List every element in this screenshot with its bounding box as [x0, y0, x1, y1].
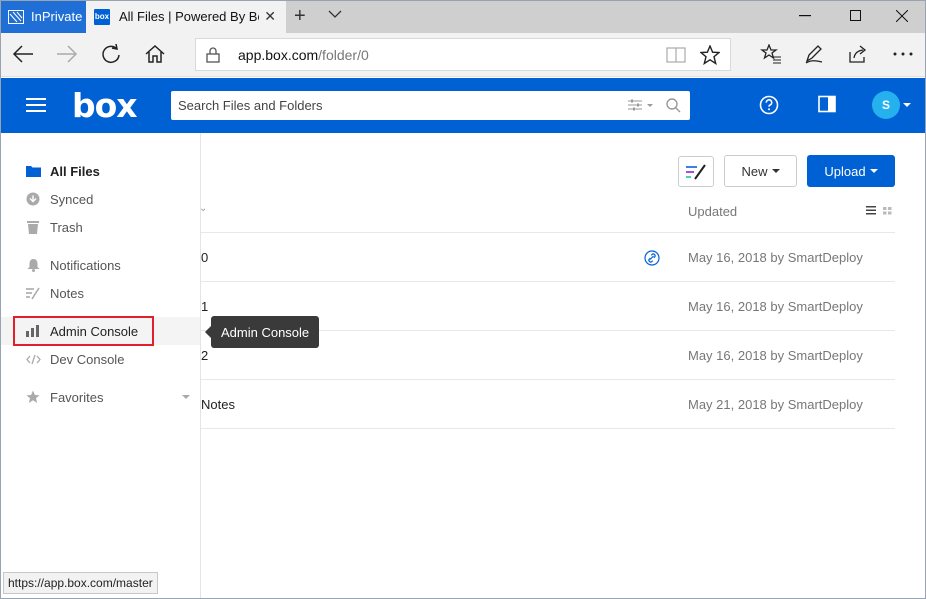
search-filter-icon[interactable] [628, 99, 656, 111]
star-icon [26, 390, 40, 403]
sidebar-item-label: Trash [50, 219, 83, 235]
inprivate-label: InPrivate [31, 9, 83, 24]
upload-button[interactable]: Upload [807, 155, 895, 187]
back-arrow-icon[interactable] [12, 44, 34, 64]
item-name[interactable]: 2 [201, 348, 208, 363]
help-icon[interactable] [759, 95, 779, 115]
notes-icon [26, 287, 40, 299]
sidebar-item-trash[interactable]: Trash [0, 213, 200, 241]
window-close-icon[interactable] [896, 10, 908, 22]
new-tab-icon[interactable]: + [294, 6, 306, 26]
shared-link-icon[interactable] [644, 250, 660, 266]
address-host: app.box.com [238, 46, 319, 63]
user-avatar[interactable]: S [872, 91, 900, 119]
home-icon[interactable] [145, 44, 165, 64]
new-button-label: New [741, 163, 768, 179]
tab-close-icon[interactable]: ✕ [264, 8, 276, 25]
table-row[interactable]: Notes May 21, 2018 by SmartDeploy [201, 380, 895, 429]
item-name[interactable]: Notes [201, 397, 235, 412]
sidebar-item-label: Synced [50, 191, 94, 207]
trash-icon [27, 221, 39, 234]
browser-tab-bar: InPrivate box All Files | Powered By Box… [0, 0, 926, 33]
sidebar-item-label: All Files [50, 163, 100, 179]
item-name[interactable]: 1 [201, 299, 208, 314]
box-header: box S [0, 78, 926, 133]
search-bar[interactable] [171, 91, 690, 120]
table-row[interactable]: 0 May 16, 2018 by SmartDeploy [201, 233, 895, 282]
status-bar-url: https://app.box.com/master [3, 572, 158, 594]
sidebar-item-dev-console[interactable]: Dev Console [0, 345, 200, 373]
search-icon[interactable] [666, 98, 681, 113]
code-icon [25, 354, 41, 364]
item-updated: May 16, 2018 by SmartDeploy [688, 348, 863, 363]
sync-icon [26, 192, 40, 206]
sidebar-item-label: Notifications [50, 257, 121, 273]
tab-list-chevron-icon[interactable] [328, 10, 342, 18]
browser-nav-bar: app.box.com/folder/0 [0, 33, 926, 77]
share-icon[interactable] [848, 44, 868, 64]
folder-icon [25, 166, 41, 177]
favorites-chevron-down-icon[interactable] [182, 395, 190, 399]
lock-icon [206, 46, 220, 63]
search-input[interactable] [178, 98, 608, 113]
address-bar[interactable]: app.box.com/folder/0 [195, 38, 731, 71]
pen-notes-icon[interactable] [804, 44, 824, 64]
browser-tab[interactable]: box All Files | Powered By Box ✕ [86, 0, 286, 33]
upload-button-label: Upload [824, 163, 866, 179]
hamburger-menu-icon[interactable] [26, 98, 46, 112]
sidebar-item-synced[interactable]: Synced [0, 185, 200, 213]
sidebar-item-label: Favorites [50, 389, 104, 405]
sidebar-item-all-files[interactable]: All Files [0, 157, 200, 185]
inprivate-icon [8, 9, 24, 24]
item-updated: May 16, 2018 by SmartDeploy [688, 299, 863, 314]
item-updated: May 21, 2018 by SmartDeploy [688, 397, 863, 412]
sidebar-item-favorites[interactable]: Favorites [0, 383, 200, 411]
list-view-icon[interactable] [866, 206, 876, 215]
more-options-icon[interactable] [893, 52, 913, 56]
new-chevron-down-icon [771, 169, 780, 173]
grid-view-icon[interactable] [883, 207, 892, 215]
box-notes-button[interactable] [678, 156, 714, 187]
minimize-icon[interactable] [799, 15, 811, 17]
sort-arrow-icon[interactable]: ⌄ [199, 203, 207, 214]
new-note-pen-icon [686, 163, 706, 180]
favorite-star-icon[interactable] [700, 45, 720, 65]
admin-console-tooltip: Admin Console [204, 316, 320, 348]
column-header-updated[interactable]: Updated [688, 204, 737, 219]
sidebar-item-label: Dev Console [50, 351, 125, 367]
maximize-icon[interactable] [850, 10, 861, 21]
box-logo[interactable]: box [72, 86, 138, 125]
refresh-icon[interactable] [100, 44, 122, 66]
highlight-annotation [13, 316, 154, 346]
favorites-hub-icon[interactable] [760, 44, 782, 64]
reading-view-icon[interactable] [666, 47, 686, 63]
sidebar-panel-icon[interactable] [818, 95, 836, 113]
new-button[interactable]: New [724, 155, 797, 187]
left-sidebar: All Files Synced Trash Notifications Not… [0, 133, 201, 599]
item-updated: May 16, 2018 by SmartDeploy [688, 250, 863, 265]
avatar-dropdown-caret-icon[interactable] [903, 103, 911, 107]
tab-title: All Files | Powered By Box [119, 9, 259, 24]
bell-icon [27, 259, 39, 272]
sidebar-item-notes[interactable]: Notes [0, 279, 200, 307]
upload-chevron-down-icon [869, 169, 878, 173]
inprivate-indicator: InPrivate [0, 0, 86, 33]
box-favicon-icon: box [94, 8, 110, 25]
item-name[interactable]: 0 [201, 250, 208, 265]
forward-arrow-icon[interactable] [56, 44, 78, 64]
address-path: /folder/0 [318, 46, 369, 63]
address-url: app.box.com/folder/0 [238, 47, 369, 63]
sidebar-item-notifications[interactable]: Notifications [0, 251, 200, 279]
sidebar-item-label: Notes [50, 285, 84, 301]
